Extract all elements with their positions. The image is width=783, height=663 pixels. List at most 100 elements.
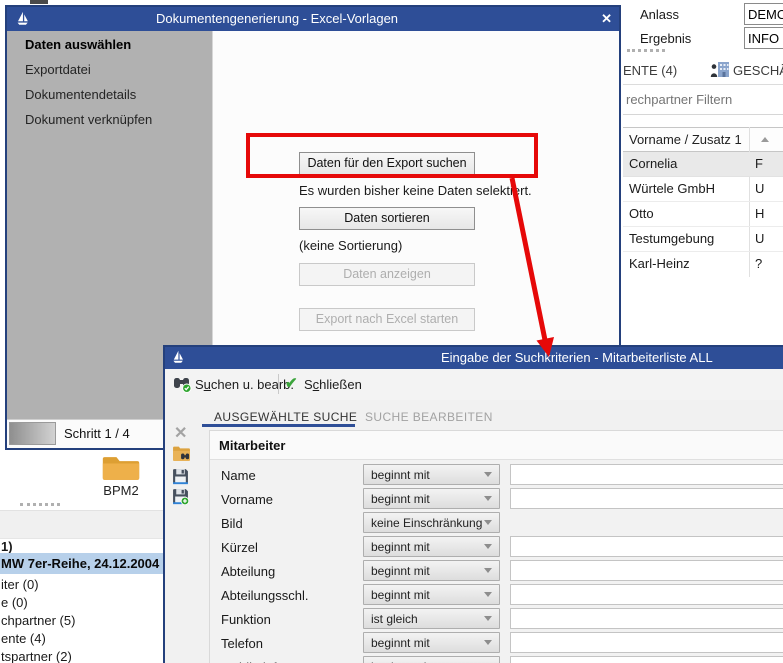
cell-vorname: Testumgebung <box>629 231 714 246</box>
no-sort-caption: (keine Sortierung) <box>299 238 402 253</box>
table-row[interactable]: Cornelia F <box>623 152 783 177</box>
criteria-input-name[interactable] <box>510 464 783 485</box>
check-icon: ✔ <box>285 374 298 392</box>
cell-code: U <box>755 181 764 196</box>
toolbar-separator <box>278 374 279 394</box>
criteria-input-mobiltelefon[interactable] <box>510 656 783 663</box>
operator-select[interactable]: beginnt mit <box>363 584 500 605</box>
table-header-row[interactable]: Vorname / Zusatz 1 <box>623 127 783 152</box>
chevron-down-icon <box>484 496 492 501</box>
cell-code: U <box>755 231 764 246</box>
tree-item-selected[interactable]: MW 7er-Reihe, 24.12.2004 12: <box>0 553 163 574</box>
field-label: Abteilungsschl. <box>221 588 308 603</box>
chevron-down-icon <box>484 544 492 549</box>
tree-item[interactable]: 1) <box>1 539 13 554</box>
search-and-edit-label[interactable]: Suchen u. bearb. <box>195 377 294 392</box>
tab-ausgewaehlte-suche[interactable]: AUSGEWÄHLTE SUCHE <box>214 410 357 424</box>
close-icon[interactable]: ✕ <box>601 11 612 27</box>
no-data-caption: Es wurden bisher keine Daten selektiert. <box>299 183 532 198</box>
tree-item[interactable]: ente (4) <box>1 631 46 646</box>
operator-select[interactable]: beginnt mit <box>363 656 500 663</box>
field-label: Vorname <box>221 492 273 507</box>
sort-data-button[interactable]: Daten sortieren <box>299 207 475 230</box>
ergebnis-field[interactable] <box>744 27 783 49</box>
operator-select[interactable]: ist gleich <box>363 608 500 629</box>
cell-vorname: Cornelia <box>629 156 677 171</box>
panel-strip <box>0 510 163 539</box>
chevron-down-icon <box>484 472 492 477</box>
chevron-down-icon <box>484 640 492 645</box>
tab-suche-bearbeiten[interactable]: SUCHE BEARBEITEN <box>365 410 493 424</box>
tree-item[interactable]: e (0) <box>1 595 28 610</box>
table-header-label: Vorname / Zusatz 1 <box>629 132 742 147</box>
start-excel-export-button[interactable]: Export nach Excel starten <box>299 308 475 331</box>
tree-item[interactable]: iter (0) <box>1 577 39 592</box>
cell-code: H <box>755 206 764 221</box>
chevron-down-icon <box>484 568 492 573</box>
tab-geschaeftspartner[interactable]: GESCHÄF <box>733 63 783 78</box>
field-label: Name <box>221 468 256 483</box>
save-search-as-icon[interactable] <box>172 488 189 505</box>
field-label: Telefon <box>221 636 263 651</box>
table-row[interactable]: Würtele GmbH U <box>623 177 783 202</box>
folder-label[interactable]: BPM2 <box>85 483 157 498</box>
table-row[interactable]: Otto H <box>623 202 783 227</box>
wizard-step: Dokument verknüpfen <box>25 112 152 127</box>
binoculars-check-icon <box>173 376 192 393</box>
table-row[interactable]: Testumgebung U <box>623 227 783 252</box>
screenshot-root: Anlass Ergebnis • • • • • ENTE (4) GESCH… <box>0 0 783 663</box>
cell-vorname: Otto <box>629 206 654 221</box>
tree-item-label: MW 7er-Reihe, 24.12.2004 12: <box>1 556 182 571</box>
chevron-down-icon <box>484 520 492 525</box>
tab-dokumente[interactable]: ENTE (4) <box>623 63 677 78</box>
cell-code: F <box>755 156 763 171</box>
cell-code: ? <box>755 256 762 271</box>
background-window-fragment <box>30 0 48 4</box>
criteria-input-kuerzel[interactable] <box>510 536 783 557</box>
wizard-step-counter: Schritt 1 / 4 <box>64 426 130 441</box>
operator-select[interactable]: beginnt mit <box>363 488 500 509</box>
sort-ascending-icon <box>761 137 769 142</box>
business-partner-icon <box>710 61 730 77</box>
app-sailboat-icon <box>15 11 30 26</box>
contact-detail-panel: Anlass Ergebnis • • • • • ENTE (4) GESCH… <box>623 0 783 346</box>
dialog2-title: Eingabe der Suchkriterien - Mitarbeiterl… <box>441 350 713 365</box>
contact-filter-input[interactable] <box>623 85 783 115</box>
section-title: Mitarbeiter <box>219 438 285 453</box>
section-header: Mitarbeiter <box>210 431 783 460</box>
navigator-panel: BPM2 • • • • • 1) MW 7er-Reihe, 24.12.20… <box>0 450 163 663</box>
criteria-input-vorname[interactable] <box>510 488 783 509</box>
show-data-button[interactable]: Daten anzeigen <box>299 263 475 286</box>
folder-icon[interactable] <box>101 454 141 482</box>
tree-item[interactable]: chpartner (5) <box>1 613 75 628</box>
tree-item[interactable]: tspartner (2) <box>1 649 72 663</box>
criteria-panel: Mitarbeiter Name beginnt mit Vorname beg… <box>209 430 783 663</box>
operator-select[interactable]: beginnt mit <box>363 536 500 557</box>
field-label: Bild <box>221 516 243 531</box>
clear-search-icon[interactable]: ✕ <box>174 423 187 443</box>
anlass-field[interactable] <box>744 3 783 25</box>
close-dialog-button[interactable]: Schließen <box>304 377 362 392</box>
table-row[interactable]: Karl-Heinz ? <box>623 252 783 277</box>
ergebnis-label: Ergebnis <box>640 31 691 46</box>
criteria-input-funktion[interactable] <box>510 608 783 629</box>
operator-select[interactable]: keine Einschränkung <box>363 512 500 533</box>
dialog2-toolbar: Suchen u. bearb. ✔ Schließen <box>165 369 783 400</box>
chevron-down-icon <box>484 592 492 597</box>
annotation-highlight-rect <box>246 133 538 178</box>
criteria-input-telefon[interactable] <box>510 632 783 653</box>
wizard-step-active: Daten auswählen <box>25 37 131 52</box>
app-sailboat-icon <box>171 350 185 364</box>
criteria-input-abteilungsschl[interactable] <box>510 584 783 605</box>
operator-select[interactable]: beginnt mit <box>363 632 500 653</box>
field-label: Abteilung <box>221 564 275 579</box>
operator-select[interactable]: beginnt mit <box>363 560 500 581</box>
open-search-icon[interactable] <box>172 445 191 462</box>
save-search-icon[interactable] <box>172 468 189 485</box>
wizard-step: Dokumentendetails <box>25 87 136 102</box>
operator-select[interactable]: beginnt mit <box>363 464 500 485</box>
dialog1-titlebar: Dokumentengenerierung - Excel-Vorlagen ✕ <box>7 7 619 31</box>
field-label: Funktion <box>221 612 271 627</box>
dialog1-title: Dokumentengenerierung - Excel-Vorlagen <box>62 11 492 26</box>
criteria-input-abteilung[interactable] <box>510 560 783 581</box>
